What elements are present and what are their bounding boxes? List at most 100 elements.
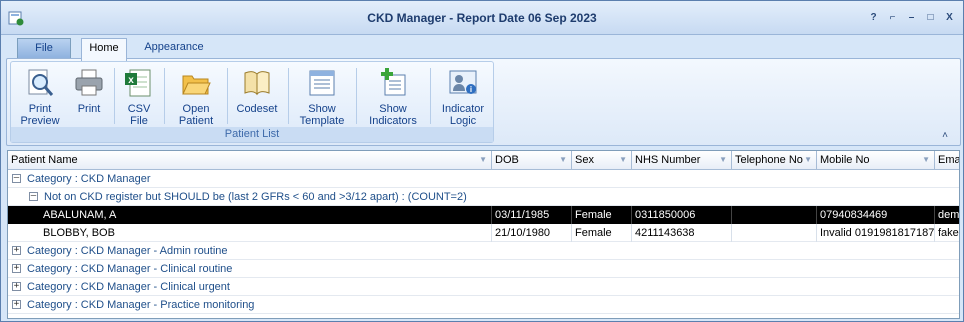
column-title: DOB (495, 154, 519, 166)
show-indicators-button[interactable]: Show Indicators (361, 65, 425, 129)
category-label: Category : CKD Manager - Clinical routin… (27, 263, 233, 275)
column-header-email[interactable]: Ema (935, 151, 959, 170)
window-controls: ? ⌐ – □ X (866, 10, 957, 25)
separator (288, 68, 289, 124)
open-folder-icon (182, 75, 211, 95)
cell-telephone (732, 206, 817, 224)
cell-email: fake (935, 224, 959, 242)
show-template-button[interactable]: Show Template (294, 65, 350, 129)
patient-grid: Patient Name ▼ DOB ▼ Sex ▼ NHS Number ▼ Tele… (7, 150, 960, 319)
csv-file-label: CSV File (127, 103, 151, 127)
collapse-icon[interactable]: – (29, 192, 38, 201)
codeset-label: Codeset (236, 103, 278, 115)
category-row[interactable]: – Category : CKD Manager (8, 170, 959, 188)
collapse-icon[interactable]: – (12, 174, 21, 183)
show-indicators-label: Show Indicators (369, 103, 417, 127)
show-template-label: Show Template (299, 103, 345, 127)
minimize-button[interactable]: – (904, 10, 919, 25)
expand-icon[interactable]: + (12, 246, 21, 255)
ribbon: Print Preview Print x CSV File Open Pati… (6, 58, 961, 146)
print-preview-button[interactable]: Print Preview (15, 65, 65, 129)
filter-icon[interactable]: ▼ (619, 151, 627, 169)
open-patient-button[interactable]: Open Patient (171, 65, 221, 129)
separator (227, 68, 228, 124)
category-label: Category : CKD Manager - Admin routine (27, 245, 228, 257)
category-row[interactable]: + Category : CKD Manager - Practice moni… (8, 296, 959, 314)
column-header-sex[interactable]: Sex ▼ (572, 151, 632, 170)
subgroup-label: Not on CKD register but SHOULD be (last … (44, 191, 467, 203)
codeset-button[interactable]: Codeset (232, 65, 282, 129)
column-header-telephone[interactable]: Telephone No ▼ (732, 151, 817, 170)
category-row[interactable]: + Category : CKD Manager - Clinical rout… (8, 260, 959, 278)
tab-file[interactable]: File (17, 38, 71, 59)
cell-sex: Female (572, 206, 632, 224)
table-row[interactable]: BLOBBY, BOB 21/10/1980 Female 4211143638… (8, 224, 959, 242)
filter-icon[interactable]: ▼ (479, 151, 487, 169)
indicator-logic-button[interactable]: i Indicator Logic (436, 65, 490, 129)
column-title: Telephone No (735, 154, 803, 166)
restore-layout-button[interactable]: ⌐ (885, 10, 900, 25)
column-title: Patient Name (11, 154, 78, 166)
column-title: Mobile No (820, 154, 870, 166)
category-row[interactable]: + Category : CKD Manager - Clinical urge… (8, 278, 959, 296)
indicator-logic-icon: i (449, 70, 477, 94)
grid-header: Patient Name ▼ DOB ▼ Sex ▼ NHS Number ▼ Tele… (8, 151, 959, 170)
app-window: CKD Manager - Report Date 06 Sep 2023 ? … (0, 0, 964, 322)
collapse-ribbon-button[interactable]: ˄ (942, 130, 948, 141)
separator (114, 68, 115, 124)
filter-icon[interactable]: ▼ (719, 151, 727, 169)
csv-file-button[interactable]: x CSV File (119, 65, 159, 129)
expand-icon[interactable]: + (12, 282, 21, 291)
column-header-patient-name[interactable]: Patient Name ▼ (8, 151, 492, 170)
category-label: Category : CKD Manager - Practice monito… (27, 299, 255, 311)
cell-patient-name: BLOBBY, BOB (8, 224, 492, 242)
category-label: Category : CKD Manager - Clinical urgent (27, 281, 230, 293)
column-header-dob[interactable]: DOB ▼ (492, 151, 572, 170)
close-button[interactable]: X (942, 10, 957, 25)
title-bar: CKD Manager - Report Date 06 Sep 2023 ? … (1, 1, 963, 35)
separator (430, 68, 431, 124)
tab-appearance[interactable]: Appearance (136, 38, 212, 59)
separator (356, 68, 357, 124)
open-patient-label: Open Patient (178, 103, 214, 127)
category-label: Category : CKD Manager (27, 173, 151, 185)
indicators-icon (381, 68, 406, 96)
table-row[interactable]: ABALUNAM, A 03/11/1985 Female 0311850006… (8, 206, 959, 224)
help-button[interactable]: ? (866, 10, 881, 25)
book-icon (244, 71, 270, 96)
print-preview-label: Print Preview (20, 103, 60, 127)
separator (164, 68, 165, 124)
tab-home[interactable]: Home (81, 38, 127, 61)
column-header-mobile[interactable]: Mobile No ▼ (817, 151, 935, 170)
filter-icon[interactable]: ▼ (922, 151, 930, 169)
patient-list-group: Print Preview Print x CSV File Open Pati… (10, 61, 494, 143)
subgroup-row[interactable]: – Not on CKD register but SHOULD be (las… (8, 188, 959, 206)
window-title: CKD Manager - Report Date 06 Sep 2023 (367, 11, 597, 25)
template-icon (309, 70, 335, 96)
cell-dob: 03/11/1985 (492, 206, 572, 224)
group-label: Patient List (11, 127, 493, 142)
ribbon-tabs: File Home Appearance (1, 36, 963, 61)
cell-email: dem (935, 206, 959, 224)
cell-mobile: Invalid 0191981817187 (817, 224, 935, 242)
maximize-button[interactable]: □ (923, 10, 938, 25)
filter-icon[interactable]: ▼ (804, 151, 812, 169)
cell-nhs-number: 0311850006 (632, 206, 732, 224)
svg-text:x: x (128, 75, 134, 86)
filter-icon[interactable]: ▼ (559, 151, 567, 169)
column-title: Sex (575, 154, 594, 166)
cell-telephone (732, 224, 817, 242)
print-button[interactable]: Print (69, 65, 109, 129)
column-title: NHS Number (635, 154, 701, 166)
expand-icon[interactable]: + (12, 300, 21, 309)
cell-dob: 21/10/1980 (492, 224, 572, 242)
column-header-nhs-number[interactable]: NHS Number ▼ (632, 151, 732, 170)
cell-mobile: 07940834469 (817, 206, 935, 224)
print-label: Print (77, 103, 101, 115)
svg-text:i: i (470, 85, 472, 94)
expand-icon[interactable]: + (12, 264, 21, 273)
printer-icon (75, 69, 103, 96)
indicator-logic-label: Indicator Logic (441, 103, 485, 127)
category-row[interactable]: + Category : CKD Manager - Admin routine (8, 242, 959, 260)
cell-nhs-number: 4211143638 (632, 224, 732, 242)
